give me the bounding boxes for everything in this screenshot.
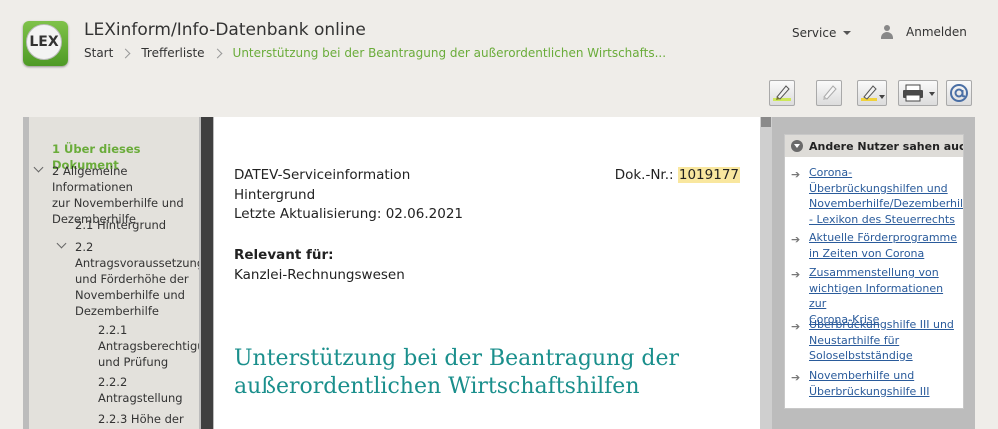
chevron-right-icon — [120, 48, 131, 58]
lex-logo[interactable]: LEX — [23, 21, 68, 66]
app-title: LEXinform/Info-Datenbank online — [84, 20, 366, 40]
doc-number: Dok.-Nr.: 1019177 — [615, 167, 740, 183]
marker-disabled-icon — [823, 85, 837, 100]
email-icon — [950, 84, 968, 102]
print-button[interactable] — [898, 80, 938, 106]
marker-dropdown-icon — [861, 85, 885, 101]
splitter-bar[interactable] — [201, 117, 213, 429]
toc-item-antragstellung[interactable]: 2.2.2 Antragstellung — [98, 374, 183, 406]
panel-header[interactable]: Andere Nutzer sahen auch — [785, 135, 963, 157]
related-link-text[interactable]: Novemberhilfe und Überbrückungshilfe III — [809, 368, 961, 399]
arrow-right-icon: ➔ — [791, 233, 801, 246]
service-menu[interactable]: Service — [792, 26, 852, 40]
doc-number-label: Dok.-Nr.: — [614, 167, 674, 183]
panel-heading: Andere Nutzer sahen auch — [809, 139, 964, 153]
document-scrollbar[interactable] — [760, 117, 772, 429]
print-icon — [903, 84, 935, 102]
toc-item-hintergrund[interactable]: 2.1 Hintergrund — [75, 217, 166, 233]
collapse-icon — [791, 140, 803, 152]
arrow-right-icon: ➔ — [791, 268, 801, 281]
doc-source: DATEV-Serviceinformation — [234, 167, 411, 183]
related-link-text[interactable]: Corona- Überbrückungshilfen und November… — [809, 165, 963, 227]
chevron-down-icon[interactable] — [33, 162, 44, 173]
relevant-label: Relevant für: — [234, 247, 334, 263]
breadcrumb-current: Unterstützung bei der Beantragung der au… — [232, 46, 667, 60]
lex-logo-text: LEX — [26, 24, 62, 60]
toc-item-antragsberechtigung[interactable]: 2.2.1 Antragsberechtigung und Prüfung — [98, 322, 199, 370]
breadcrumb-trefferliste[interactable]: Trefferliste — [141, 46, 204, 60]
marker-disabled-button[interactable] — [816, 80, 842, 106]
related-link-text[interactable]: Aktuelle Förderprogramme in Zeiten von C… — [809, 230, 961, 261]
login-link[interactable]: Anmelden — [880, 25, 967, 39]
doc-number-value: 1019177 — [677, 167, 740, 183]
app-header: LEX LEXinform/Info-Datenbank online Star… — [0, 0, 998, 78]
arrow-right-icon: ➔ — [791, 371, 801, 384]
table-of-contents: 1 Über dieses Dokument 2 Allgemeine Info… — [29, 117, 199, 429]
service-label: Service — [792, 26, 837, 40]
caret-down-icon — [843, 31, 852, 35]
arrow-right-icon: ➔ — [791, 320, 801, 333]
chevron-down-icon[interactable] — [56, 238, 67, 249]
relevant-value: Kanzlei-Rechnungswesen — [234, 267, 405, 283]
marker-dropdown-button[interactable] — [857, 80, 887, 106]
breadcrumb: Start Trefferliste Unterstützung bei der… — [84, 44, 666, 62]
highlight-button[interactable] — [769, 80, 795, 106]
email-button[interactable] — [946, 80, 972, 106]
arrow-right-icon: ➔ — [791, 168, 801, 181]
document-pane: DATEV-Serviceinformation Dok.-Nr.: 10191… — [214, 117, 760, 429]
document-title: Unterstützung bei der Beantragung der au… — [234, 346, 680, 399]
highlight-marker-icon — [773, 85, 791, 101]
chevron-right-icon — [212, 48, 222, 58]
related-documents-panel: Andere Nutzer sahen auch ➔ Corona- Überb… — [784, 134, 964, 409]
doc-category: Hintergrund — [234, 187, 316, 203]
login-label: Anmelden — [906, 25, 967, 39]
doc-updated: Letzte Aktualisierung: 02.06.2021 — [234, 206, 463, 222]
user-icon — [880, 25, 894, 39]
related-link-text[interactable]: Überbrückungshilfe III und Neustarthilfe… — [809, 317, 961, 364]
toc-item-hoehe[interactable]: 2.2.3 Höhe der — [98, 411, 184, 427]
breadcrumb-start[interactable]: Start — [84, 46, 113, 60]
toc-item-antragsvoraussetzungen[interactable]: 2.2 Antragsvoraussetzungen und Förderhöh… — [75, 239, 199, 319]
scrollbar-thumb[interactable] — [761, 117, 771, 127]
